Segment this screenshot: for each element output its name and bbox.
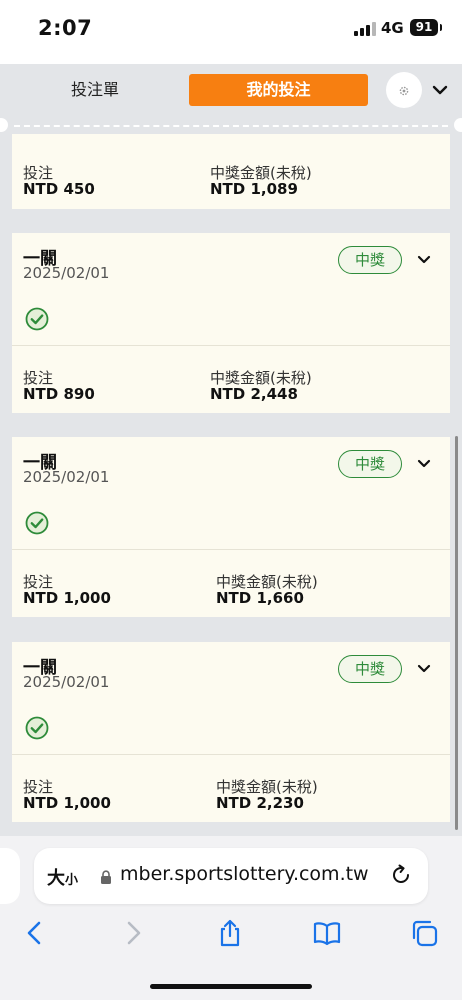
win-check-icon [25, 716, 49, 740]
share-icon[interactable] [215, 918, 245, 948]
reload-icon[interactable] [389, 863, 413, 887]
payout-amount: NTD 1,660 [216, 589, 304, 607]
payout-amount: NTD 2,448 [210, 385, 298, 403]
status-badge: 中獎 [338, 655, 402, 683]
previous-tab-pill[interactable] [0, 848, 20, 904]
card-divider [12, 549, 450, 550]
card-divider [12, 345, 450, 346]
browser-toolbar: 大小 mber.sportslottery.com.tw [0, 836, 462, 1000]
gear-icon [399, 86, 409, 95]
ticket-divider [0, 118, 462, 134]
collapse-panel-chevron-icon[interactable] [432, 82, 448, 98]
bet-card-partial: 投注 NTD 450 中獎金額(未稅) NTD 1,089 [12, 134, 450, 209]
text-size-large: 大 [47, 868, 65, 889]
settings-button[interactable] [386, 72, 422, 108]
tab-my-bets[interactable]: 我的投注 [189, 74, 368, 106]
home-indicator [150, 984, 312, 989]
scrollbar[interactable] [455, 436, 458, 830]
stake-amount: NTD 1,000 [23, 589, 111, 607]
status-badge: 中獎 [338, 450, 402, 478]
signal-icon [354, 22, 378, 36]
bet-card[interactable]: 一關 2025/02/01 中獎 投注 NTD 1,000 中獎金額(未稅) N… [12, 642, 450, 822]
text-size-small: 小 [65, 873, 79, 888]
stake-amount: NTD 450 [23, 180, 95, 198]
battery-icon: 91 [410, 19, 442, 36]
win-check-icon [25, 307, 49, 331]
status-badge: 中獎 [338, 246, 402, 274]
expand-chevron-icon[interactable] [417, 457, 431, 471]
lock-icon [101, 870, 111, 884]
bookmarks-icon[interactable] [312, 918, 342, 948]
status-bar: 2:07 4G 91 [0, 0, 462, 50]
bet-date: 2025/02/01 [23, 264, 110, 282]
win-check-icon [25, 511, 49, 535]
back-arrow-icon[interactable] [20, 918, 50, 948]
tab-bet-slip[interactable]: 投注單 [30, 74, 160, 106]
bet-card[interactable]: 一關 2025/02/01 中獎 投注 NTD 890 中獎金額(未稅) NTD… [12, 233, 450, 413]
network-type: 4G [381, 19, 404, 37]
payout-amount: NTD 1,089 [210, 180, 298, 198]
bet-card[interactable]: 一關 2025/02/01 中獎 投注 NTD 1,000 中獎金額(未稅) N… [12, 437, 450, 617]
forward-arrow-icon[interactable] [118, 918, 148, 948]
stake-amount: NTD 1,000 [23, 794, 111, 812]
expand-chevron-icon[interactable] [417, 253, 431, 267]
address-bar[interactable]: 大小 mber.sportslottery.com.tw [34, 848, 428, 904]
bet-date: 2025/02/01 [23, 468, 110, 486]
stake-amount: NTD 890 [23, 385, 95, 403]
tabs-icon[interactable] [409, 918, 439, 948]
clock: 2:07 [38, 16, 93, 40]
battery-level: 91 [415, 20, 433, 34]
url-text: mber.sportslottery.com.tw [120, 863, 369, 885]
text-size-button[interactable]: 大小 [47, 864, 78, 890]
bet-panel-header: 投注單 我的投注 [0, 64, 462, 122]
scrolled-content-edge [0, 48, 462, 64]
payout-amount: NTD 2,230 [216, 794, 304, 812]
expand-chevron-icon[interactable] [417, 662, 431, 676]
card-divider [12, 754, 450, 755]
bet-date: 2025/02/01 [23, 673, 110, 691]
